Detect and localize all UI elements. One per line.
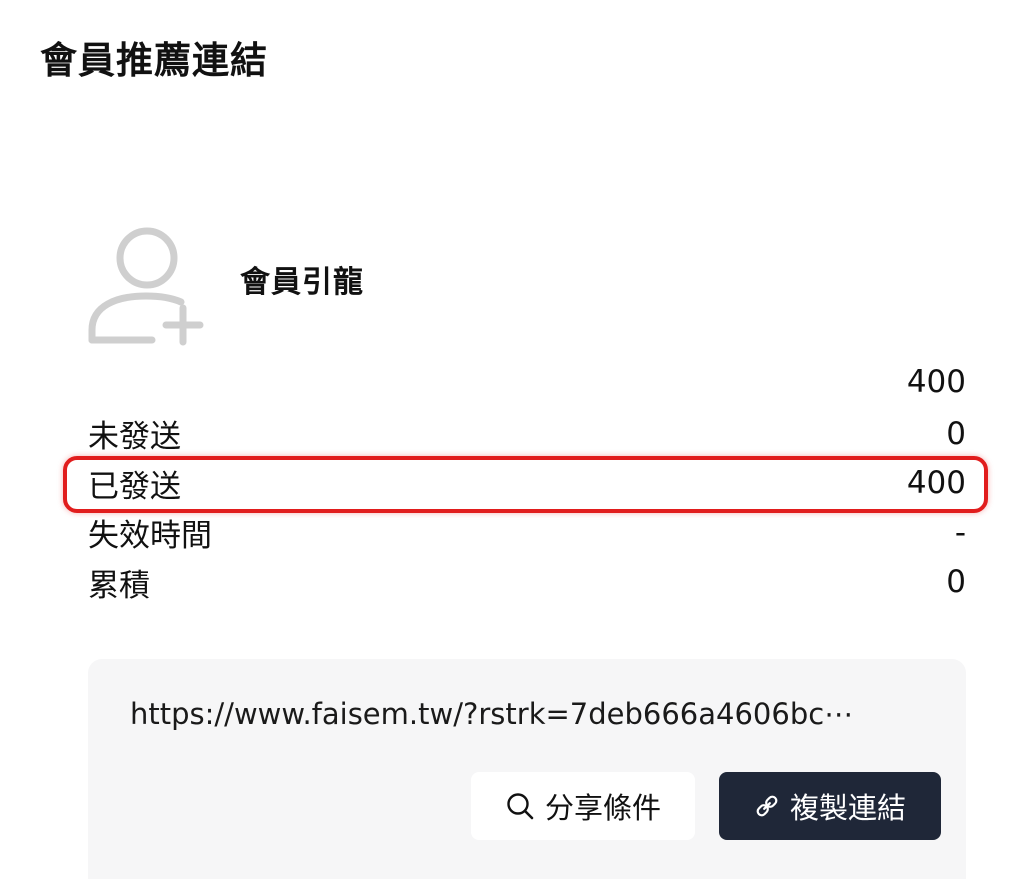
share-conditions-button[interactable]: 分享條件 xyxy=(471,772,695,840)
referral-link-panel: https://www.faisem.tw/?rstrk=7deb666a460… xyxy=(88,659,966,879)
copy-link-button[interactable]: 複製連結 xyxy=(719,772,941,840)
stat-row-expiry: 失效時間 - xyxy=(88,508,966,558)
stat-value: - xyxy=(954,514,966,551)
referral-link-url[interactable]: https://www.faisem.tw/?rstrk=7deb666a460… xyxy=(130,697,942,731)
stat-label: 累積 xyxy=(88,567,150,604)
stat-value: 0 xyxy=(946,415,966,452)
link-icon xyxy=(756,795,778,817)
stat-label: 失效時間 xyxy=(88,518,212,555)
share-conditions-label: 分享條件 xyxy=(544,791,661,825)
stat-row-cumulative: 累積 0 xyxy=(88,558,966,608)
highlight-annotation xyxy=(63,456,988,513)
page-title: 會員推薦連結 xyxy=(40,39,268,82)
stat-label: 未發送 xyxy=(88,419,181,456)
total-count: 400 xyxy=(906,364,966,400)
search-icon xyxy=(507,793,534,820)
referral-card-title: 會員引龍 xyxy=(240,265,364,300)
stat-row-unsent: 未發送 0 xyxy=(88,409,966,459)
stat-value: 0 xyxy=(946,564,966,601)
referral-card-header: 會員引龍 xyxy=(86,224,364,348)
add-user-icon xyxy=(88,227,204,346)
copy-link-label: 複製連結 xyxy=(789,791,906,825)
